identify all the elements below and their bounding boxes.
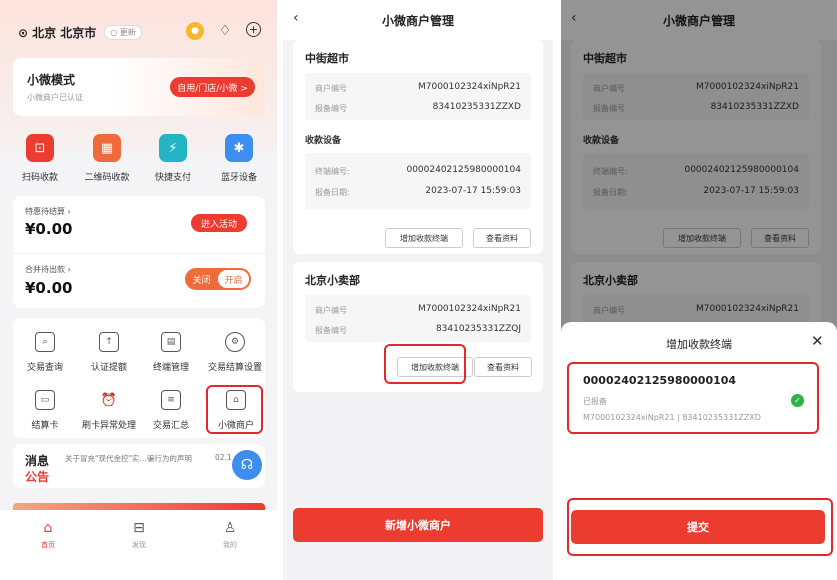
toggle-on-label: 开启 [218, 270, 249, 288]
merge-label: 合并待出款 › [25, 265, 71, 274]
location-selector[interactable]: ⊙ 北京 北京市 ○ 更新 [18, 24, 142, 41]
mode-card: 小微模式 小微商户已认证 自用/门店/小微 > [13, 58, 265, 116]
search-doc-icon: ⌕ [35, 332, 55, 352]
enter-activity-button[interactable]: 进入活动 [191, 214, 247, 232]
date-label: 报备日期: [315, 188, 350, 197]
merchant-name: 北京小卖部 [305, 274, 360, 287]
gift-icon: ⊟ [133, 520, 145, 536]
bell-icon[interactable]: ♢ [216, 22, 234, 40]
add-terminal-sheet-screen: 小微商户管理 ‹ 中街超市 商户编号 M7000102324xiNpR21 报备… [561, 0, 837, 580]
highlight-submit [567, 498, 833, 556]
update-location-button[interactable]: ○ 更新 [104, 25, 142, 40]
toggle-off-label: 关闭 [192, 275, 211, 286]
lightning-icon: ⚡ [159, 134, 187, 162]
page-title: 小微商户管理 [381, 13, 454, 28]
view-info-button[interactable]: 查看资料 [473, 228, 531, 248]
report-no-label: 报备编号 [315, 104, 347, 113]
highlight-terminal-option [567, 362, 819, 434]
tab-mine[interactable]: ♙ 我的 [200, 520, 260, 550]
sheet-title: 增加收款终端 [666, 338, 732, 351]
grid-terminal-management[interactable]: ▤ 终端管理 [138, 332, 204, 373]
add-icon[interactable]: + [246, 22, 261, 37]
bluetooth-icon: ✱ [225, 134, 253, 162]
terminal-no: 00002402125980000104 [406, 165, 521, 175]
merchant-management-screen: 小微商户管理 ‹ 中街超市 商户编号 M7000102324xiNpR21 报备… [283, 0, 553, 580]
report-no-label: 报备编号 [315, 326, 347, 335]
mode-title: 小微模式 [27, 73, 76, 87]
pending-label: 特惠待结算 › [25, 207, 71, 216]
user-icon: ♙ [223, 520, 237, 536]
payout-toggle[interactable]: 关闭 开启 [185, 268, 251, 290]
merge-amount: ¥0.00 [25, 279, 73, 297]
device-info: 终端编号: 00002402125980000104 报备日期: 2023-07… [305, 153, 531, 209]
grid-auth-limit[interactable]: ↑ 认证提额 [76, 332, 142, 373]
terminal-label: 终端编号: [315, 167, 350, 176]
settings-icon: ⚙ [225, 332, 245, 352]
home-icon: ⌂ [43, 520, 53, 536]
view-info-button[interactable]: 查看资料 [474, 357, 532, 377]
grid-transaction-query[interactable]: ⌕ 交易查询 [12, 332, 78, 373]
merchant-no: M7000102324xiNpR21 [417, 82, 521, 92]
grid-transaction-summary[interactable]: ≡ 交易汇总 [138, 390, 204, 431]
customer-service-icon[interactable]: ☊ [232, 450, 262, 480]
mode-switch-button[interactable]: 自用/门店/小微 > [170, 77, 255, 97]
add-micro-merchant-button[interactable]: 新增小微商户 [293, 508, 543, 542]
highlight-micro-merchant [206, 385, 263, 434]
pending-amount: ¥0.00 [25, 220, 73, 238]
report-date: 2023-07-17 15:59:03 [425, 186, 521, 196]
tab-discover[interactable]: ⊟ 发现 [109, 520, 169, 550]
merchant-no: M7000102324xiNpR21 [417, 304, 521, 314]
service-bluetooth[interactable]: ✱ 蓝牙设备 [209, 134, 269, 183]
coin-icon[interactable]: ● [186, 22, 204, 40]
grid-settlement-card[interactable]: ▭ 结算卡 [12, 390, 78, 431]
service-qr-pay[interactable]: ▦ 二维码收款 [77, 134, 137, 183]
notice-date: 02.1 [215, 453, 232, 462]
terminal-icon: ▤ [161, 332, 181, 352]
report-no: 83410235331ZZQJ [435, 324, 521, 334]
tab-home[interactable]: ⌂ 首页 [18, 520, 78, 550]
scan-icon: ⊡ [26, 134, 54, 162]
summary-icon: ≡ [161, 390, 181, 410]
service-scan-pay[interactable]: ⊡ 扫码收款 [10, 134, 70, 183]
location-pin-icon: ⊙ [18, 25, 29, 40]
page-header: 小微商户管理 [283, 0, 553, 40]
home-screen: ⊙ 北京 北京市 ○ 更新 ● ♢ + 小微模式 小微商户已认证 自用/门店/小… [0, 0, 277, 580]
notice-title2: 公告 [25, 470, 50, 484]
highlight-add-terminal [384, 344, 466, 384]
notice-title: 消息 [25, 454, 50, 468]
merchant-name: 中街超市 [305, 52, 349, 65]
merchant-card: 中街超市 商户编号 M7000102324xiNpR21 报备编号 834102… [293, 40, 543, 254]
merchant-no-label: 商户编号 [315, 84, 347, 93]
alarm-icon: ⏰ [100, 392, 118, 408]
divider [13, 253, 265, 254]
add-terminal-button[interactable]: 增加收款终端 [385, 228, 463, 248]
close-icon[interactable]: ✕ [811, 332, 824, 350]
card-icon: ▭ [35, 390, 55, 410]
qrcode-icon: ▦ [93, 134, 121, 162]
add-terminal-sheet: 增加收款终端 ✕ 00002402125980000104 已报备 M70001… [561, 322, 837, 580]
location-text: 北京 北京市 [32, 26, 97, 40]
back-icon[interactable]: ‹ [293, 10, 299, 26]
notice-bar[interactable]: 消息 公告 关于冒充"现代金控"实…骗行为的声明 02.1 [13, 444, 265, 488]
balance-card: 特惠待结算 › ¥0.00 进入活动 合并待出款 › ¥0.00 关闭 开启 [13, 196, 265, 308]
merchant-info: 商户编号 M7000102324xiNpR21 报备编号 83410235331… [305, 295, 531, 342]
merchant-info: 商户编号 M7000102324xiNpR21 报备编号 83410235331… [305, 73, 531, 120]
report-no: 83410235331ZZXD [432, 102, 521, 112]
grid-card-exception[interactable]: ⏰ 刷卡异常处理 [76, 390, 142, 432]
service-quick-pay[interactable]: ⚡ 快捷支付 [143, 134, 203, 183]
mode-subtitle: 小微商户已认证 [27, 93, 83, 102]
device-section-title: 收款设备 [305, 136, 342, 146]
upgrade-icon: ↑ [99, 332, 119, 352]
notice-text: 关于冒充"现代金控"实…骗行为的声明 [65, 454, 192, 463]
merchant-no-label: 商户编号 [315, 306, 347, 315]
grid-settlement-settings[interactable]: ⚙ 交易结算设置 [200, 332, 270, 373]
